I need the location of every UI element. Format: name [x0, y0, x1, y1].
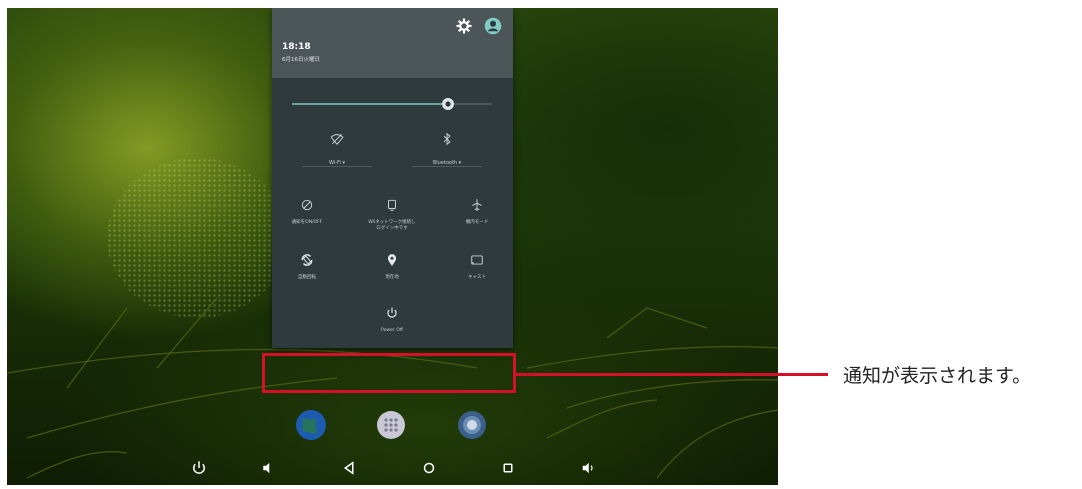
bluetooth-icon — [443, 132, 451, 146]
brightness-slider[interactable] — [292, 94, 492, 114]
volume-down-icon[interactable] — [258, 459, 276, 477]
clock: 18:18 — [282, 42, 311, 52]
notification-toggle-tile[interactable]: 通知をON/OFF — [267, 198, 347, 226]
tablet-screen: 18:18 6月16日火曜日 Wi-Fi ▾ Bluetooth ▾ 通知をON… — [7, 8, 778, 485]
cast-icon — [471, 255, 483, 265]
power-icon[interactable] — [190, 459, 208, 477]
wifi-divider — [302, 166, 372, 167]
location-tile[interactable]: 現在地 — [352, 253, 432, 281]
cast-tile[interactable]: キャスト — [437, 253, 517, 281]
quick-settings-panel: 18:18 6月16日火曜日 Wi-Fi ▾ Bluetooth ▾ 通知をON… — [272, 8, 513, 348]
settings-gear-icon[interactable] — [455, 17, 473, 35]
power-off-tile[interactable]: Power Off — [352, 306, 432, 334]
navigation-bar — [7, 453, 778, 485]
home-icon[interactable] — [420, 459, 438, 477]
airplane-tile[interactable]: 機内モード — [437, 198, 517, 226]
auto-rotate-tile[interactable]: 自動回転 — [267, 253, 347, 281]
camera-icon[interactable] — [455, 408, 489, 442]
date: 6月16日火曜日 — [282, 57, 320, 63]
power-icon — [387, 307, 397, 318]
callout-line — [516, 373, 828, 376]
tile-label: 現在地 — [385, 275, 399, 280]
network-tile[interactable]: Wiiネットワーク接続し ログイン中です — [352, 198, 432, 232]
app-drawer-icon[interactable] — [374, 408, 408, 442]
tile-label: 通知をON/OFF — [291, 220, 323, 225]
location-icon — [387, 254, 397, 266]
airplane-icon — [472, 199, 482, 211]
tile-label: キャスト — [468, 275, 486, 280]
notification-toggle-icon — [301, 199, 313, 211]
rotation-icon — [301, 254, 313, 266]
recents-icon[interactable] — [499, 459, 517, 477]
callout-label: 通知が表示されます。 — [843, 365, 1032, 387]
bluetooth-divider — [412, 166, 482, 167]
notification-area-highlight — [262, 353, 516, 393]
wifi-tile[interactable]: Wi-Fi ▾ — [297, 132, 377, 166]
network-icon — [388, 199, 396, 211]
user-avatar-icon[interactable] — [484, 17, 502, 35]
volume-up-icon[interactable] — [579, 459, 597, 477]
browser-icon[interactable] — [294, 408, 328, 442]
tile-label: Wiiネットワーク接続し ログイン中です — [368, 220, 416, 231]
tile-label: 自動回転 — [298, 275, 316, 280]
tile-label: Power Off — [381, 328, 403, 333]
wifi-icon — [330, 134, 344, 145]
tile-label: 機内モード — [465, 220, 489, 225]
panel-header: 18:18 6月16日火曜日 — [272, 8, 513, 78]
back-icon[interactable] — [340, 459, 358, 477]
bluetooth-tile[interactable]: Bluetooth ▾ — [407, 132, 487, 166]
